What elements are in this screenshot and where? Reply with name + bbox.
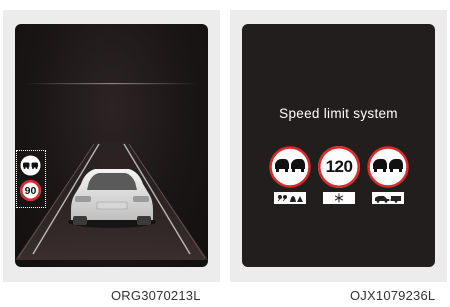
no-overtaking-sign-icon	[367, 146, 409, 188]
road-scene	[15, 83, 208, 260]
rain-condition-icon	[274, 192, 306, 204]
cluster-display-driving-view	[15, 24, 208, 267]
right-figure-panel: Speed limit system 120	[230, 10, 447, 282]
cluster-display-speed-limit-system: Speed limit system 120	[242, 24, 435, 267]
no-overtaking-sign-icon	[269, 146, 311, 188]
no-overtaking-sign-icon	[20, 155, 41, 176]
horizon-line	[25, 83, 198, 85]
right-speed-limit-value: 120	[325, 157, 353, 176]
left-speed-limit-value: 90	[24, 184, 37, 197]
sign-no-overtaking-rain	[269, 146, 311, 204]
speed-sign-highlight-box: 90	[16, 150, 46, 208]
speed-limit-system-title: Speed limit system	[279, 106, 398, 121]
left-figure-caption: ORG3070213L	[111, 288, 201, 303]
speed-limit-sign-icon: 120	[318, 146, 360, 188]
traffic-signs-row: 120	[242, 146, 435, 216]
car-trailer-icon	[372, 192, 404, 204]
sign-speed-limit-snow: 120	[318, 146, 360, 204]
sign-no-overtaking-trailer	[367, 146, 409, 204]
right-figure-caption: OJX1079236L	[350, 288, 436, 303]
snowflake-icon	[323, 192, 355, 204]
left-figure-panel: 90	[3, 10, 220, 282]
speed-limit-sign-icon: 90	[20, 180, 41, 201]
